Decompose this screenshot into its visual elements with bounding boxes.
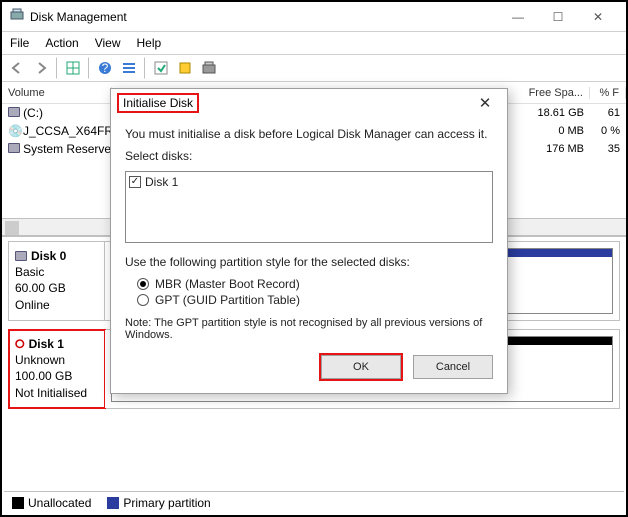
dialog-note: Note: The GPT partition style is not rec… [125, 317, 493, 341]
col-pct[interactable]: % F [590, 87, 626, 99]
disk-type: Basic [15, 264, 98, 280]
toolbar: ? [2, 54, 626, 82]
grid-icon[interactable] [62, 57, 84, 79]
volume-free: 0 MB [520, 125, 590, 137]
disk-status: Not Initialised [15, 385, 98, 401]
volume-name: (C:) [23, 106, 43, 120]
toolbar-separator [88, 57, 90, 79]
volume-name: J_CCSA_X64FRE_ [23, 124, 112, 138]
dialog-intro: You must initialise a disk before Logica… [125, 127, 493, 141]
svg-text:?: ? [102, 61, 109, 75]
minimize-button[interactable]: — [498, 3, 538, 31]
menu-help[interactable]: Help [137, 36, 162, 50]
disk-type: Unknown [15, 352, 98, 368]
radio-mbr-label: MBR (Master Boot Record) [155, 277, 300, 291]
close-button[interactable]: ✕ [578, 3, 618, 31]
menu-action[interactable]: Action [45, 36, 78, 50]
ok-button[interactable]: OK [321, 355, 401, 379]
toolbar-separator [144, 57, 146, 79]
select-disks-listbox[interactable]: ✓ Disk 1 [125, 171, 493, 243]
checkbox-icon[interactable]: ✓ [129, 176, 141, 188]
drive-icon [8, 107, 20, 117]
menu-view[interactable]: View [95, 36, 121, 50]
select-disks-label: Select disks: [125, 149, 493, 163]
col-volume[interactable]: Volume [2, 87, 112, 99]
window-title: Disk Management [30, 10, 498, 24]
menu-file[interactable]: File [10, 36, 29, 50]
radio-gpt[interactable]: GPT (GUID Partition Table) [137, 293, 493, 307]
warning-icon: ⭘ [15, 336, 25, 352]
dialog-titlebar: Initialise Disk ✕ [111, 89, 507, 117]
dialog-title: Initialise Disk [119, 95, 197, 111]
col-free[interactable]: Free Spa... [520, 87, 590, 99]
disk-icon [15, 251, 27, 261]
window-titlebar: Disk Management — ☐ ✕ [2, 2, 626, 32]
tool-icon-1[interactable] [150, 57, 172, 79]
disk-name: Disk 1 [29, 336, 64, 352]
volume-pct: 0 % [590, 125, 626, 137]
list-icon[interactable] [118, 57, 140, 79]
menu-bar: File Action View Help [2, 32, 626, 54]
dialog-close-icon[interactable]: ✕ [471, 94, 499, 112]
drive-icon [8, 143, 20, 153]
disk-item-label: Disk 1 [145, 175, 178, 189]
legend: Unallocated Primary partition [4, 491, 624, 513]
initialise-disk-dialog: Initialise Disk ✕ You must initialise a … [110, 88, 508, 394]
radio-icon[interactable] [137, 278, 149, 290]
disc-icon: 💿 [8, 124, 23, 138]
disk-size: 60.00 GB [15, 280, 98, 296]
legend-unallocated: Unallocated [12, 496, 91, 510]
tool-icon-2[interactable] [174, 57, 196, 79]
forward-icon[interactable] [30, 57, 52, 79]
volume-pct: 61 [590, 107, 626, 119]
volume-pct: 35 [590, 143, 626, 155]
volume-name: System Reserved [23, 142, 112, 156]
legend-primary: Primary partition [107, 496, 210, 510]
disk-info-0: Disk 0 Basic 60.00 GB Online [9, 242, 105, 320]
cancel-button[interactable]: Cancel [413, 355, 493, 379]
disk-status: Online [15, 297, 98, 313]
volume-free: 18.61 GB [520, 107, 590, 119]
disk-name: Disk 0 [31, 248, 66, 264]
volume-free: 176 MB [520, 143, 590, 155]
partition-style-label: Use the following partition style for th… [125, 255, 493, 269]
disk-checkbox-item[interactable]: ✓ Disk 1 [128, 174, 490, 190]
radio-icon[interactable] [137, 294, 149, 306]
radio-mbr[interactable]: MBR (Master Boot Record) [137, 277, 493, 291]
tool-icon-3[interactable] [198, 57, 220, 79]
radio-gpt-label: GPT (GUID Partition Table) [155, 293, 300, 307]
disk-info-1: ⭘Disk 1 Unknown 100.00 GB Not Initialise… [9, 330, 105, 408]
app-icon [10, 8, 24, 25]
disk-size: 100.00 GB [15, 368, 98, 384]
back-icon[interactable] [6, 57, 28, 79]
maximize-button[interactable]: ☐ [538, 3, 578, 31]
toolbar-separator [56, 57, 58, 79]
help-icon[interactable]: ? [94, 57, 116, 79]
